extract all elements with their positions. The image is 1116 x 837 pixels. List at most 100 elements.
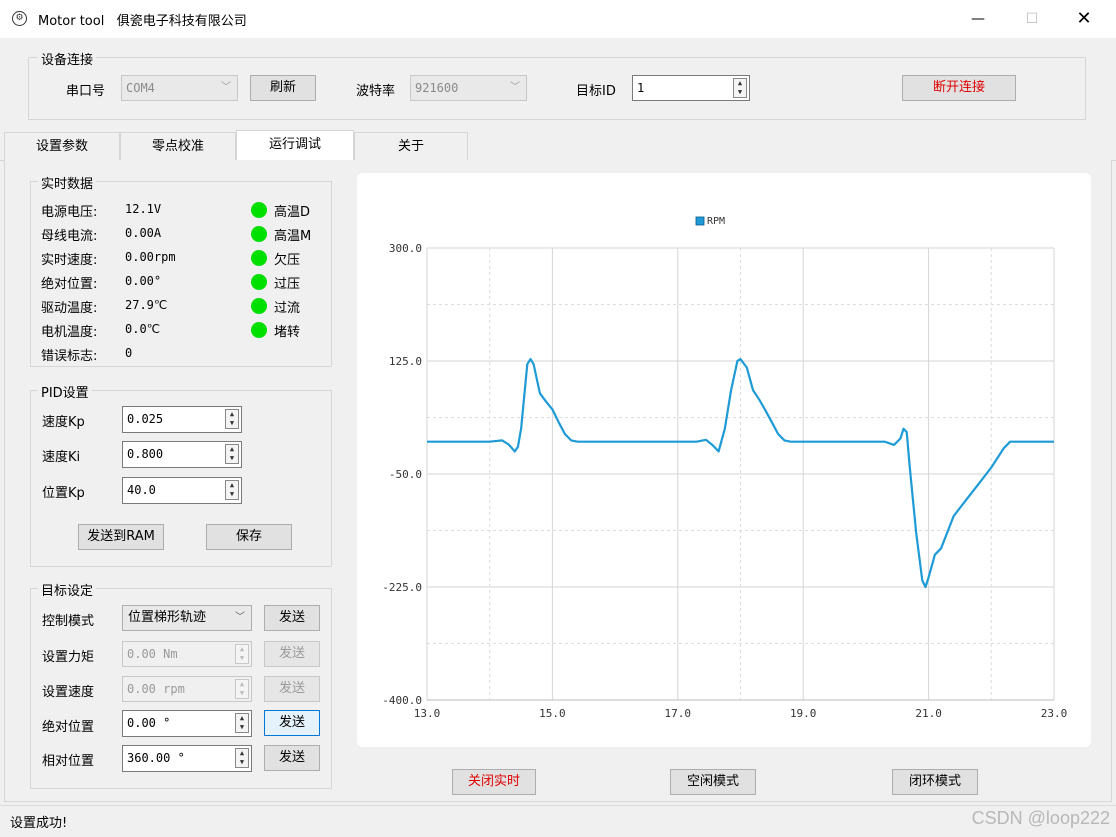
indicator-label: 高温M: [274, 229, 312, 244]
spinner-icon[interactable]: ▲ ▼: [733, 78, 747, 98]
realtime-value: 0.00A: [125, 226, 162, 240]
chevron-down-icon: ﹀: [510, 82, 520, 93]
realtime-label: 实时速度:: [41, 253, 98, 268]
window-title: Motor tool 俱瓷电子科技有限公司: [38, 10, 247, 29]
tab-zero-calibration[interactable]: 零点校准: [120, 132, 236, 160]
status-indicator-icon: [251, 226, 267, 242]
realtime-value: 0.00°: [125, 274, 162, 288]
realtime-value: 12.1V: [125, 202, 162, 216]
abs-pos-input[interactable]: 0.00 ° ▲ ▼: [122, 710, 252, 737]
target-group-label: 目标设定: [38, 580, 97, 599]
mode-label: 控制模式: [42, 614, 95, 629]
legend-swatch-icon: [695, 216, 705, 226]
rel-pos-value: 360.00 °: [127, 751, 185, 765]
abs-pos-value: 0.00 °: [127, 716, 171, 730]
indicator-label: 堵转: [274, 325, 301, 340]
y-tick-label: -225.0: [382, 581, 422, 594]
pid-group-label: PID设置: [38, 382, 92, 401]
pos-kp-value: 40.0: [127, 483, 156, 497]
speed-kp-input[interactable]: 0.025 ▲ ▼: [122, 406, 242, 433]
status-indicator-icon: [251, 298, 267, 314]
closed-loop-button[interactable]: 闭环模式: [892, 769, 978, 795]
status-bar: 设置成功! CSDN @loop222: [0, 805, 1116, 837]
indicator-label: 过压: [274, 277, 301, 292]
spinner-icon[interactable]: ▲ ▼: [235, 644, 249, 664]
refresh-button[interactable]: 刷新: [250, 75, 316, 101]
save-button[interactable]: 保存: [206, 524, 292, 550]
mode-select[interactable]: 位置梯形轨迹 ﹀: [122, 605, 252, 631]
y-tick-label: -400.0: [382, 694, 422, 707]
y-tick-label: 125.0: [389, 355, 422, 368]
target-id-value: 1: [637, 81, 645, 95]
send-rel-pos-button[interactable]: 发送: [264, 745, 320, 771]
status-indicator-icon: [251, 322, 267, 338]
speed-value: 0.00 rpm: [127, 682, 185, 696]
send-torque-button[interactable]: 发送: [264, 641, 320, 667]
tab-about[interactable]: 关于: [354, 132, 468, 160]
status-indicator-icon: [251, 250, 267, 266]
tab-settings[interactable]: 设置参数: [4, 132, 120, 160]
x-tick-label: 15.0: [539, 707, 566, 720]
indicator-label: 欠压: [274, 253, 301, 268]
port-select[interactable]: COM4 ﹀: [121, 75, 238, 101]
send-mode-button[interactable]: 发送: [264, 605, 320, 631]
torque-label: 设置力矩: [42, 650, 95, 665]
speed-ki-input[interactable]: 0.800 ▲ ▼: [122, 441, 242, 468]
speed-label: 设置速度: [42, 685, 95, 700]
speed-kp-value: 0.025: [127, 412, 164, 426]
realtime-label: 母线电流:: [41, 229, 98, 244]
status-indicator-icon: [251, 202, 267, 218]
idle-mode-button[interactable]: 空闲模式: [670, 769, 756, 795]
target-id-input[interactable]: 1 ▲ ▼: [632, 75, 750, 101]
baud-select[interactable]: 921600 ﹀: [410, 75, 527, 101]
y-tick-label: 300.0: [389, 242, 422, 255]
chart-panel: 13.0 15.0 17.0 19.0 21.0 23.0 300.0 125.0 -50.0 -…: [357, 173, 1091, 747]
spinner-icon[interactable]: ▲ ▼: [225, 480, 239, 500]
torque-input[interactable]: 0.00 Nm ▲ ▼: [122, 641, 252, 667]
spinner-icon[interactable]: ▲ ▼: [235, 713, 249, 733]
x-tick-label: 19.0: [790, 707, 817, 720]
realtime-value: 0.0℃: [125, 322, 161, 336]
status-text: 设置成功!: [10, 816, 68, 831]
indicator-label: 过流: [274, 301, 301, 316]
chevron-down-icon: ﹀: [221, 82, 231, 93]
minimize-button[interactable]: —: [955, 0, 1001, 38]
disconnect-button[interactable]: 断开连接: [902, 75, 1016, 101]
close-realtime-button[interactable]: 关闭实时: [452, 769, 536, 795]
indicator-label: 高温D: [274, 205, 311, 220]
baud-value: 921600: [415, 81, 459, 95]
pos-kp-label: 位置Kp: [42, 486, 85, 501]
spinner-icon[interactable]: ▲ ▼: [225, 444, 239, 464]
baud-label: 波特率: [356, 84, 396, 99]
y-tick-label: -50.0: [389, 468, 422, 481]
maximize-button[interactable]: ☐: [1009, 0, 1055, 38]
realtime-label: 绝对位置:: [41, 277, 98, 292]
realtime-label: 错误标志:: [41, 349, 98, 364]
company-name: 俱瓷电子科技有限公司: [116, 14, 247, 29]
x-tick-label: 21.0: [915, 707, 942, 720]
rpm-chart: 13.0 15.0 17.0 19.0 21.0 23.0 300.0 125.0 -50.0 -…: [382, 216, 1068, 720]
send-speed-button[interactable]: 发送: [264, 676, 320, 702]
abs-pos-label: 绝对位置: [42, 720, 95, 735]
x-tick-label: 17.0: [665, 707, 692, 720]
send-abs-pos-button[interactable]: 发送: [264, 710, 320, 736]
send-to-ram-button[interactable]: 发送到RAM: [78, 524, 164, 550]
spinner-icon[interactable]: ▲ ▼: [235, 748, 249, 768]
close-button[interactable]: ✕: [1061, 0, 1107, 38]
realtime-label: 电机温度:: [41, 325, 98, 340]
realtime-group-label: 实时数据: [38, 173, 97, 192]
spinner-icon[interactable]: ▲ ▼: [235, 679, 249, 699]
title-bar: ⚙ Motor tool 俱瓷电子科技有限公司 — ☐ ✕: [0, 0, 1116, 38]
spinner-icon[interactable]: ▲ ▼: [225, 409, 239, 429]
connection-group-label: 设备连接: [38, 49, 97, 68]
x-tick-label: 23.0: [1041, 707, 1068, 720]
app-title: Motor tool: [38, 14, 105, 29]
realtime-value: 0: [125, 346, 133, 360]
pos-kp-input[interactable]: 40.0 ▲ ▼: [122, 477, 242, 504]
realtime-value: 0.00rpm: [125, 250, 176, 264]
app-logo-icon: ⚙: [12, 11, 27, 26]
realtime-label: 电源电压:: [41, 205, 98, 220]
speed-input[interactable]: 0.00 rpm ▲ ▼: [122, 676, 252, 702]
tab-run-debug[interactable]: 运行调试: [236, 130, 354, 161]
rel-pos-input[interactable]: 360.00 ° ▲ ▼: [122, 745, 252, 772]
